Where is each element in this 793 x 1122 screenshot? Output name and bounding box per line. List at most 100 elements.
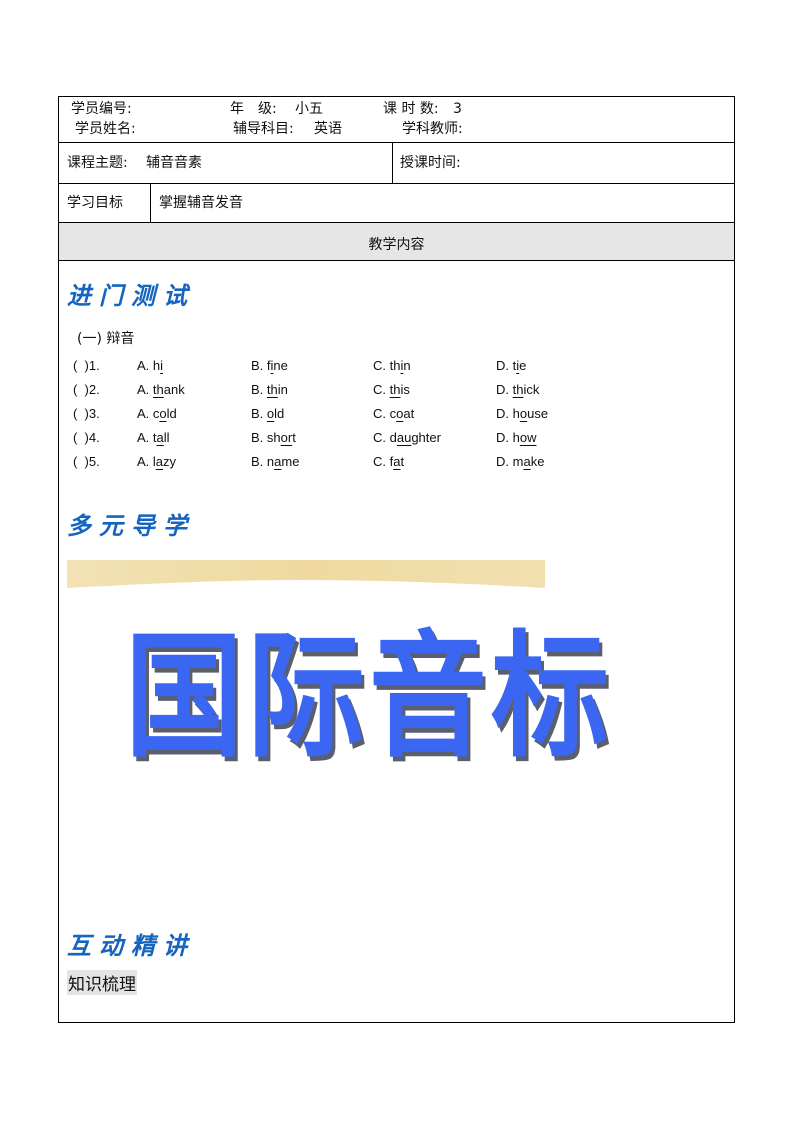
question-row: ( )3. A. cold B. old C. coat D. house [73,406,673,426]
option-text: use [527,406,549,421]
section-title-entry-test: 进门测试 [67,281,195,310]
option-text: A. [137,430,153,445]
answer-option: B. thin [251,382,288,397]
option-text: ke [530,454,545,469]
knowledge-review-label: 知识梳理 [67,970,137,995]
answer-option: C. fat [373,454,404,469]
topic-row: 课程主题: 辅音音素 授课时间: [59,143,734,184]
option-text: ank [163,382,185,397]
question-row: ( )1. A. hi B. fine C. thin D. tie [73,358,673,378]
answer-option: C. daughter [373,430,441,445]
option-text: B. [251,406,267,421]
option-text: A. [137,406,153,421]
option-text: A. [137,454,153,469]
underlined-letters: th [389,382,401,397]
option-text: B. [251,358,267,373]
option-text: ick [523,382,540,397]
answer-option: B. short [251,430,296,445]
option-text: d [389,430,397,445]
option-text: ll [163,430,170,445]
hours-label: 课 时 数: [383,101,439,117]
underlined-letters: i [160,358,164,373]
underlined-letters: ow [519,430,537,445]
answer-option: D. tie [496,358,526,373]
section-title-interactive: 互动精讲 [67,931,195,960]
answer-option: C. this [373,382,410,397]
underlined-letters: o [519,406,528,421]
answer-option: A. thank [137,382,185,397]
option-text: th [389,358,401,373]
answer-option: C. thin [373,358,411,373]
student-id-label: 学员编号: [71,101,132,117]
teacher-label: 学科教师: [402,121,463,137]
option-text: is [400,382,410,397]
goal-row: 学习目标 掌握辅音发音 [59,184,734,223]
option-text: D. [496,382,513,397]
student-name-label: 学员姓名: [75,121,136,137]
question-number[interactable]: ( )1. [73,358,100,373]
question-number[interactable]: ( )2. [73,382,100,397]
content-header-row: 教学内容 [59,223,734,261]
answer-option: B. name [251,454,299,469]
answer-option: C. coat [373,406,414,421]
question-row: ( )5. A. lazy B. name C. fat D. make [73,454,673,474]
exercise-heading: (一) 辩音 [77,331,135,347]
option-text: t [292,430,296,445]
option-text: D. [496,406,513,421]
option-text: B. [251,382,267,397]
option-text: A. [137,382,153,397]
subject-value: 英语 [314,121,342,137]
question-row: ( )4. A. t all B. short C. daughter D. how [73,430,673,450]
content-header: 教学内容 [368,237,425,253]
question-row: ( )2. A. thank B. thin C. this D. thick [73,382,673,402]
topic-value: 辅音音素 [146,155,202,171]
grade-value: 小五 [295,101,323,117]
lesson-plan-table: 学员编号: 年 级: 小五 课 时 数: 3 学员姓名: 辅导科目: 英语 学科… [58,96,735,1023]
option-text: ld [274,406,285,421]
answer-option: D. thick [496,382,539,397]
answer-option: A. cold [137,406,177,421]
option-text: sh [266,430,281,445]
header-row: 学员编号: 年 级: 小五 课 时 数: 3 学员姓名: 辅导科目: 英语 学科… [59,97,734,143]
option-text: C. [373,430,390,445]
option-text: ld [166,406,177,421]
hours-value: 3 [453,101,462,117]
underlined-letters: o [159,406,167,421]
underlined-letters: or [280,430,293,445]
option-text: A. [137,358,153,373]
option-text: D. [496,454,513,469]
option-text: t [400,454,405,469]
question-number[interactable]: ( )5. [73,454,100,469]
section-title-guided-learning: 多元导学 [67,511,195,540]
underlined-letters: a [156,430,164,445]
option-text: D. [496,430,513,445]
underlined-letters: a [155,454,164,469]
question-number[interactable]: ( )4. [73,430,100,445]
grade-label: 年 级: [230,101,277,117]
underlined-letters: th [266,382,278,397]
option-text: n [403,358,411,373]
option-text: h [512,406,520,421]
answer-option: B. fine [251,358,288,373]
option-text: h [512,430,520,445]
question-number[interactable]: ( )3. [73,406,100,421]
option-text: me [281,454,300,469]
goal-label: 学习目标 [67,195,123,211]
option-text: in [277,382,288,397]
answer-option: D. house [496,406,548,421]
option-text: ne [273,358,288,373]
option-text: B. [251,430,267,445]
answer-option: A. lazy [137,454,176,469]
option-text: B. [251,454,267,469]
answer-option: B. old [251,406,284,421]
answer-option: A. hi [137,358,163,373]
option-text: ghter [411,430,441,445]
column-divider [392,143,393,183]
option-text: C. [373,358,390,373]
option-text: at [403,406,415,421]
option-text: C. [373,406,390,421]
underlined-letters: th [512,382,524,397]
class-time-label: 授课时间: [400,155,461,171]
underlined-letters: a [523,454,531,469]
option-text: m [512,454,524,469]
